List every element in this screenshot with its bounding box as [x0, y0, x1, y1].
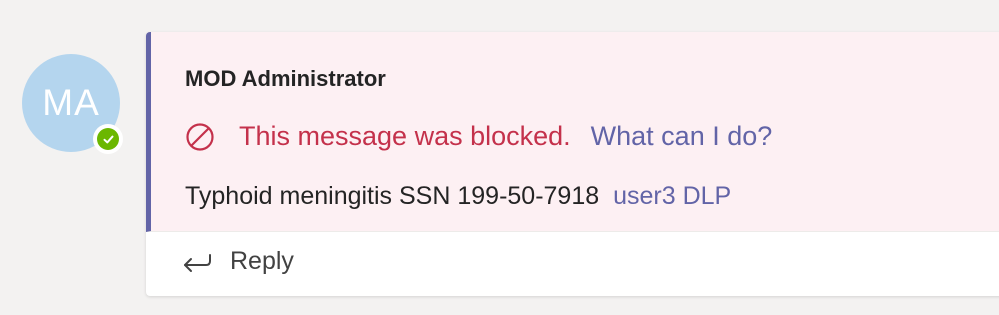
- blocked-notice: This message was blocked.: [239, 121, 571, 151]
- message-card: MOD Administrator This message was block…: [146, 32, 999, 296]
- presence-available-dot: [97, 128, 119, 150]
- blocked-message: MOD Administrator This message was block…: [146, 32, 999, 232]
- author-name[interactable]: MOD Administrator: [185, 66, 386, 92]
- checkmark-icon: [103, 135, 113, 143]
- chat-thread: MA MOD Administrator This message was bl…: [0, 0, 999, 315]
- message-body: Typhoid meningitis SSN 199-50-7918 user3…: [185, 182, 731, 211]
- blocked-notice-row: This message was blocked. What can I do?: [185, 121, 772, 152]
- presence-badge: [93, 124, 123, 154]
- avatar-initials: MA: [42, 82, 100, 123]
- reply-button[interactable]: Reply: [182, 247, 294, 276]
- message-body-text: Typhoid meningitis SSN 199-50-7918: [185, 182, 600, 210]
- user-mention[interactable]: user3 DLP: [613, 182, 731, 210]
- what-can-i-do-link[interactable]: What can I do?: [591, 121, 773, 152]
- reply-arrow-icon: [182, 251, 212, 273]
- blocked-icon: [185, 122, 215, 152]
- reply-label: Reply: [230, 247, 294, 275]
